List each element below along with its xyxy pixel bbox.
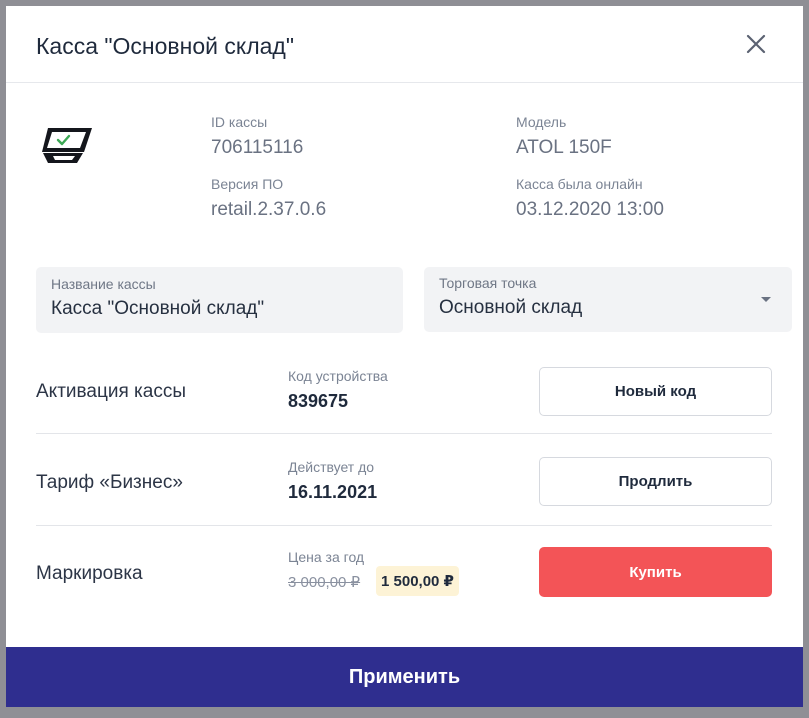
chevron-down-icon	[761, 297, 771, 302]
new-code-button[interactable]: Новый код	[539, 367, 772, 416]
close-button[interactable]	[744, 32, 768, 56]
kassa-name-label: Название кассы	[51, 276, 156, 292]
cash-register-icon	[42, 128, 92, 163]
buy-button[interactable]: Купить	[539, 547, 772, 597]
activation-row: Активация кассы Код устройства 839675 Но…	[36, 343, 772, 434]
apply-button[interactable]: Применить	[6, 647, 803, 707]
tariff-row: Тариф «Бизнес» Действует до 16.11.2021 П…	[36, 435, 772, 526]
kassa-id-value: 706115116	[211, 137, 304, 158]
marking-row: Маркировка Цена за год 3 000,00 ₽ 1 500,…	[36, 527, 772, 618]
yearly-price-label: Цена за год	[288, 549, 365, 565]
close-icon	[746, 34, 766, 54]
discount-price-badge: 1 500,00 ₽	[376, 566, 459, 596]
last-online-value: 03.12.2020 13:00	[516, 199, 664, 220]
marking-title: Маркировка	[36, 563, 143, 584]
software-version-value: retail.2.37.0.6	[211, 199, 327, 220]
model-label: Модель	[516, 114, 567, 130]
dialog-header: Касса "Основной склад"	[6, 6, 803, 83]
cash-register-dialog: Касса "Основной склад" ID кассы 70611511…	[6, 6, 803, 707]
tariff-title: Тариф «Бизнес»	[36, 472, 183, 493]
device-code-label: Код устройства	[288, 368, 388, 384]
store-select-value: Основной склад	[439, 297, 583, 318]
kassa-name-value[interactable]: Касса "Основной склад"	[51, 298, 264, 320]
store-select[interactable]: Торговая точка Основной склад	[424, 267, 792, 332]
kassa-id-label: ID кассы	[211, 114, 268, 130]
old-price: 3 000,00 ₽	[288, 574, 361, 591]
valid-until-value: 16.11.2021	[288, 482, 378, 502]
dialog-title: Касса "Основной склад"	[36, 33, 294, 59]
extend-button[interactable]: Продлить	[539, 457, 772, 506]
store-select-label: Торговая точка	[439, 275, 537, 291]
kassa-name-field[interactable]: Название кассы Касса "Основной склад"	[36, 267, 403, 333]
valid-until-label: Действует до	[288, 459, 375, 475]
device-code-value: 839675	[288, 391, 349, 411]
model-value: ATOL 150F	[516, 137, 612, 158]
last-online-label: Касса была онлайн	[516, 176, 643, 192]
software-version-label: Версия ПО	[211, 176, 284, 192]
activation-title: Активация кассы	[36, 381, 186, 402]
